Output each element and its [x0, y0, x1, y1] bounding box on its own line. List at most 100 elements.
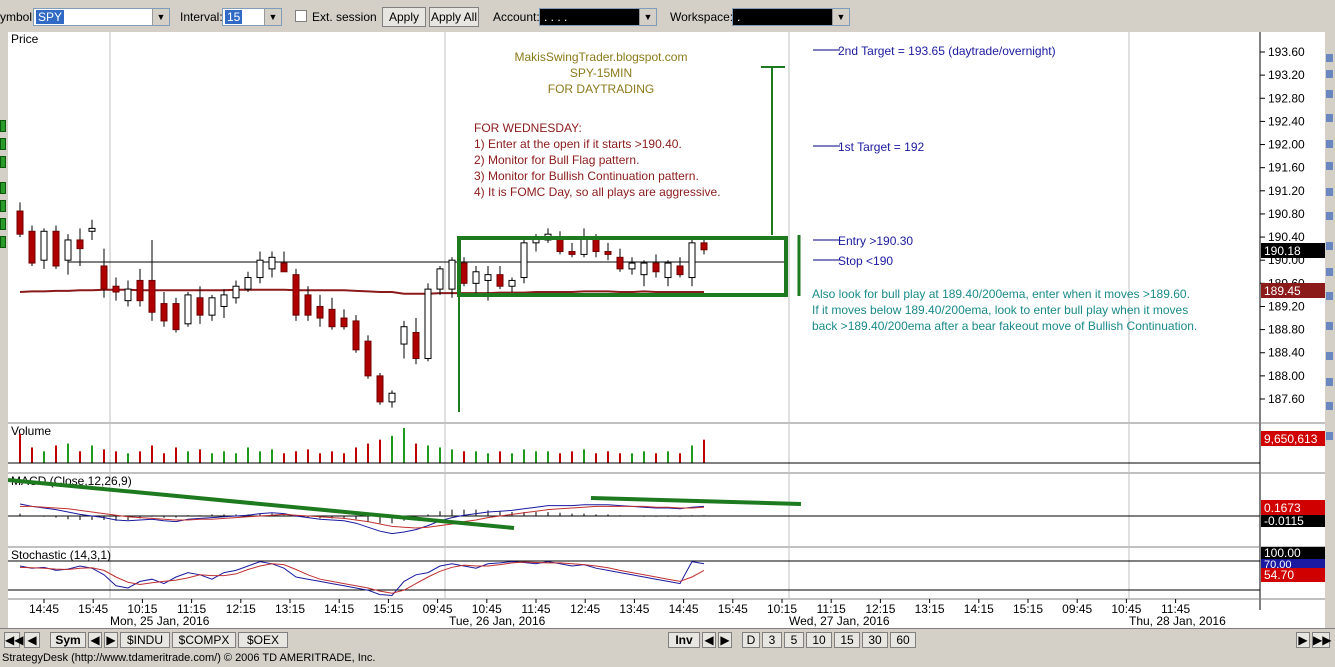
chevron-down-icon[interactable]: ▼: [639, 9, 656, 25]
last-page-icon[interactable]: ▶▶: [1312, 632, 1331, 648]
period-3[interactable]: 3: [762, 632, 782, 648]
candle-body: [640, 262, 648, 276]
next-icon[interactable]: ▶: [104, 632, 118, 648]
volume-bar: [223, 451, 225, 463]
volume-bar: [379, 439, 381, 463]
tool-icon[interactable]: [1326, 114, 1333, 122]
tool-icon[interactable]: [1326, 268, 1333, 276]
volume-bar: [247, 447, 249, 463]
candle-body: [616, 256, 624, 270]
prev-icon[interactable]: ◀: [24, 632, 40, 648]
tool-icon[interactable]: [1326, 432, 1333, 440]
date-label-wed: Wed, 27 Jan, 2016: [789, 614, 890, 628]
next-icon[interactable]: ▶: [718, 632, 732, 648]
time-tick-label: 15:45: [78, 602, 108, 616]
inv-button[interactable]: Inv: [668, 632, 700, 648]
volume-bar: [235, 453, 237, 463]
candle-body: [64, 239, 72, 261]
symbol-combo[interactable]: SPY ▼: [33, 8, 170, 26]
volume-bar: [319, 453, 321, 463]
prev-icon[interactable]: ◀: [702, 632, 716, 648]
period-15[interactable]: 15: [834, 632, 860, 648]
tool-icon[interactable]: [1326, 54, 1333, 62]
tool-icon[interactable]: [1326, 402, 1333, 410]
tool-icon[interactable]: [0, 120, 6, 132]
next-icon[interactable]: ▶: [1296, 632, 1310, 648]
candle-body: [100, 265, 108, 290]
plan-item-2: 2) Monitor for Bull Flag pattern.: [474, 153, 639, 167]
tool-icon[interactable]: [1326, 188, 1333, 196]
tool-icon[interactable]: [1326, 322, 1333, 330]
apply-all-button[interactable]: Apply All: [429, 7, 479, 27]
candle-body: [604, 251, 612, 255]
period-30[interactable]: 30: [862, 632, 888, 648]
chart-area[interactable]: Price Volume MACD (Close,12,26,9) Stocha…: [8, 32, 1325, 628]
tool-icon[interactable]: [1326, 378, 1333, 386]
volume-bar: [343, 453, 345, 463]
volume-bar: [463, 451, 465, 463]
period-60[interactable]: 60: [890, 632, 916, 648]
tool-icon[interactable]: [0, 200, 6, 212]
alt-plan-1: Also look for bull play at 189.40/200ema…: [812, 287, 1190, 301]
account-combo[interactable]: . . . . ▼: [539, 8, 657, 26]
tool-icon[interactable]: [1326, 352, 1333, 360]
candle-body: [280, 262, 288, 273]
sym-button[interactable]: Sym: [50, 632, 86, 648]
period-d[interactable]: D: [742, 632, 760, 648]
date-label-mon: Mon, 25 Jan, 2016: [110, 614, 210, 628]
tool-icon[interactable]: [1326, 140, 1333, 148]
chevron-down-icon[interactable]: ▼: [832, 9, 849, 25]
tool-icon[interactable]: [1326, 242, 1333, 250]
plan-item-3: 3) Monitor for Bullish Continuation patt…: [474, 169, 699, 183]
nav-bar: ◀◀ ◀ Sym ◀ ▶ $INDU $COMPX $OEX Inv ◀ ▶ D…: [0, 628, 1335, 651]
chevron-down-icon[interactable]: ▼: [264, 9, 281, 25]
time-tick-label: 15:15: [373, 602, 403, 616]
alt-plan-3: back >189.40/200ema after a bear fakeout…: [812, 319, 1197, 333]
tab-oex[interactable]: $OEX: [238, 632, 288, 648]
chevron-down-icon[interactable]: ▼: [152, 9, 169, 25]
volume-bar: [211, 453, 213, 463]
tool-icon[interactable]: [1326, 90, 1333, 98]
workspace-combo[interactable]: . ▼: [732, 8, 850, 26]
volume-bar: [655, 453, 657, 463]
price-tick-label: 192.00: [1268, 138, 1305, 152]
first-page-icon[interactable]: ◀◀: [4, 632, 23, 648]
tool-icon[interactable]: [1326, 162, 1333, 170]
time-tick-label: 14:15: [964, 602, 994, 616]
time-tick-label: 14:15: [324, 602, 354, 616]
status-text: StrategyDesk (http://www.tdameritrade.co…: [2, 652, 376, 664]
volume-bar: [187, 451, 189, 463]
price-tick-label: 191.60: [1268, 161, 1305, 175]
tab-compx[interactable]: $COMPX: [172, 632, 236, 648]
tool-icon[interactable]: [0, 182, 6, 194]
period-10[interactable]: 10: [806, 632, 832, 648]
alt-plan-2: If it moves below 189.40/200ema, look to…: [812, 303, 1188, 317]
time-tick-label: 12:45: [570, 602, 600, 616]
ext-session-checkbox[interactable]: [295, 10, 307, 22]
tool-icon[interactable]: [1326, 292, 1333, 300]
candle-body: [112, 285, 120, 293]
candle-body: [628, 262, 636, 270]
candle-body: [172, 303, 180, 331]
workspace-label: Workspace:: [670, 10, 734, 24]
period-5[interactable]: 5: [784, 632, 804, 648]
price-tick-label: 192.40: [1268, 114, 1305, 128]
status-bar: StrategyDesk (http://www.tdameritrade.co…: [0, 650, 1335, 667]
interval-combo[interactable]: 15 ▼: [222, 8, 282, 26]
prev-icon[interactable]: ◀: [88, 632, 102, 648]
candle-body: [268, 256, 276, 270]
apply-button[interactable]: Apply: [382, 7, 426, 27]
tool-icon[interactable]: [0, 236, 6, 248]
tool-icon[interactable]: [1326, 212, 1333, 220]
tool-icon[interactable]: [0, 218, 6, 230]
candle-body: [472, 271, 480, 284]
tool-icon[interactable]: [0, 138, 6, 150]
chart-svg[interactable]: Price Volume MACD (Close,12,26,9) Stocha…: [8, 32, 1325, 628]
volume-bar: [595, 453, 597, 463]
tab-indu[interactable]: $INDU: [120, 632, 170, 648]
price-tick-label: 188.00: [1268, 369, 1305, 383]
volume-bar: [307, 449, 309, 463]
price-tick-label: 187.60: [1268, 392, 1305, 406]
tool-icon[interactable]: [0, 156, 6, 168]
tool-icon[interactable]: [1326, 70, 1333, 78]
